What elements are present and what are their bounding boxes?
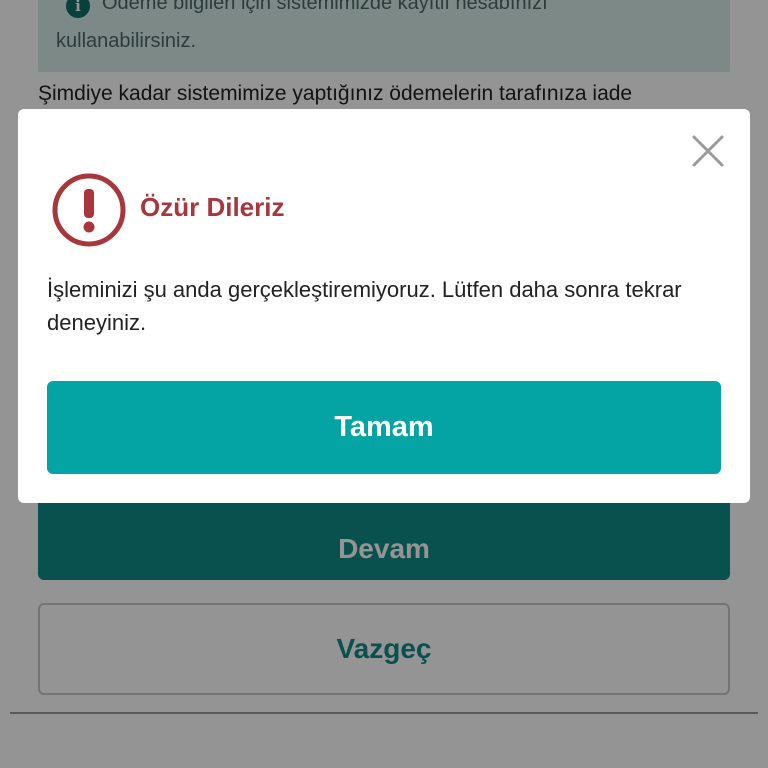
dialog-title: Özür Dileriz <box>140 192 285 222</box>
dialog-message: İşleminizi şu anda gerçekleştiremiyoruz.… <box>47 277 682 335</box>
close-button[interactable] <box>688 131 728 171</box>
error-dialog: Özür Dileriz İşleminizi şu anda gerçekle… <box>18 109 750 503</box>
exclamation-circle-icon <box>52 173 126 247</box>
ok-button[interactable]: Tamam <box>47 381 721 474</box>
close-icon <box>692 135 724 167</box>
